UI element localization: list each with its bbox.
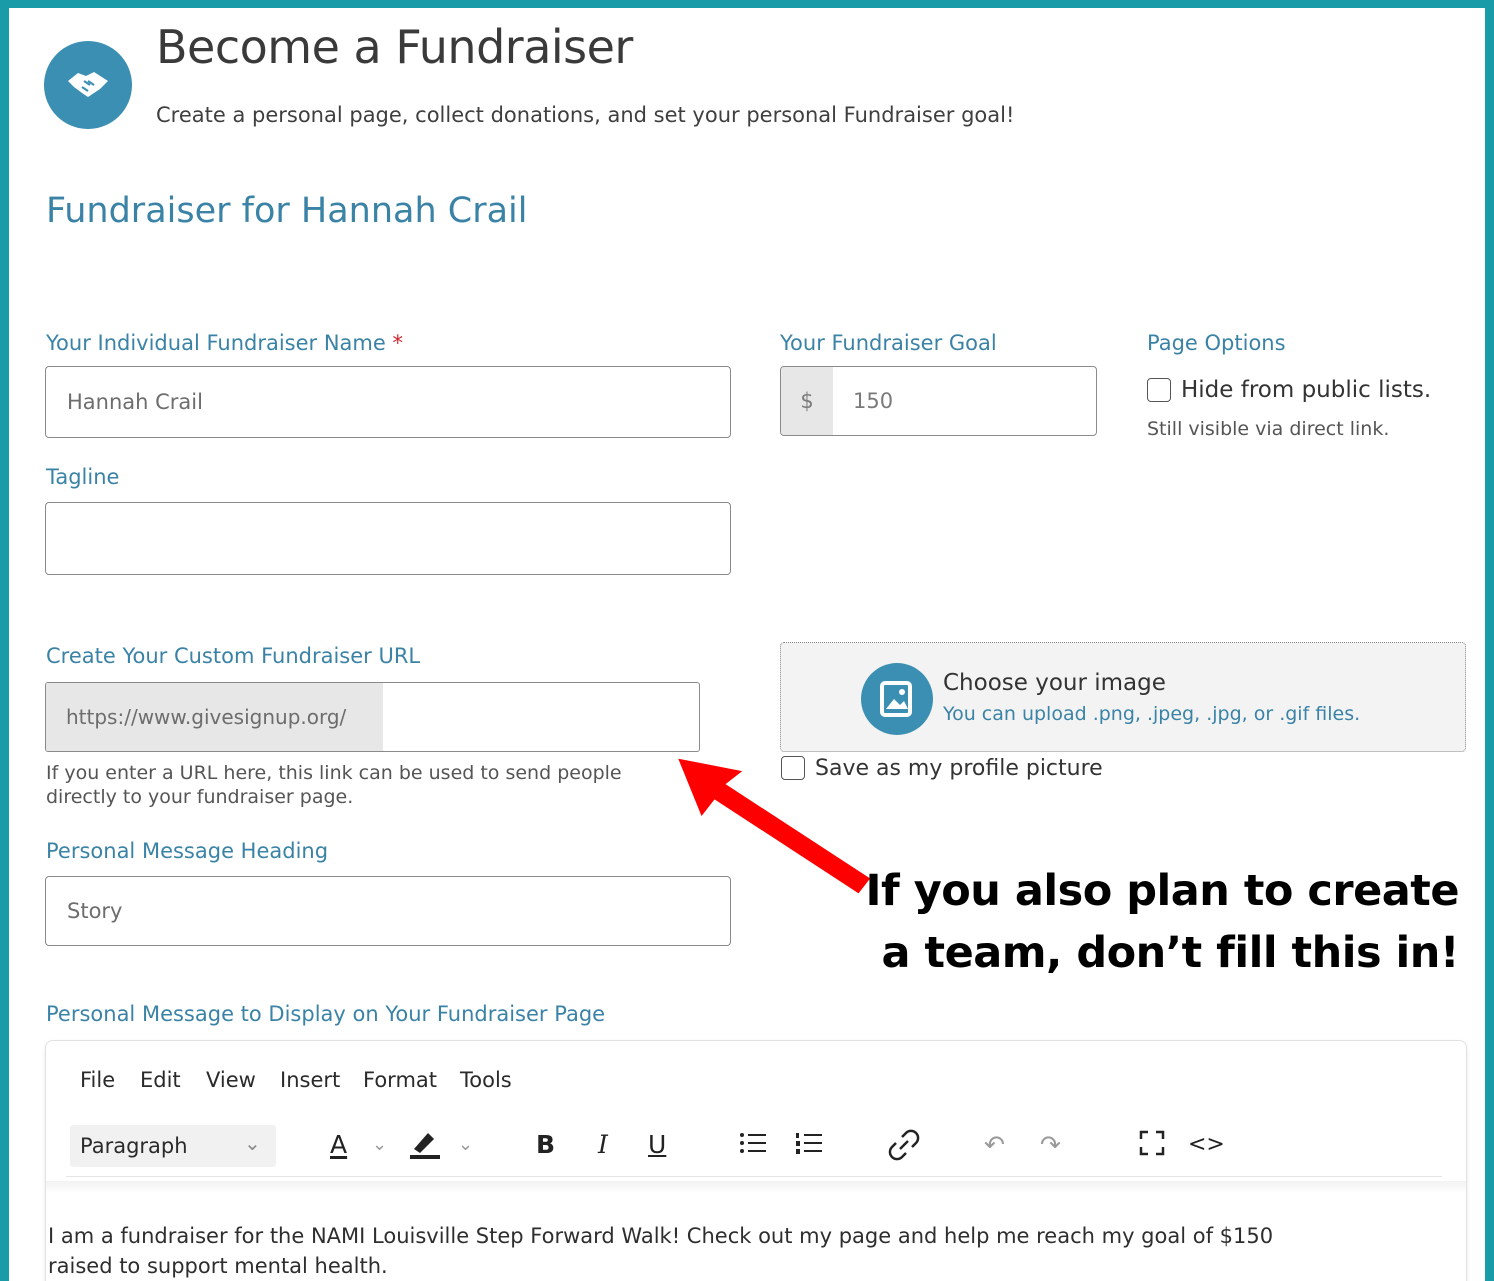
url-hint: If you enter a URL here, this link can b…	[46, 762, 622, 808]
url-prefix: https://www.givesignup.org/	[46, 683, 383, 751]
bold-button[interactable]: B	[536, 1129, 555, 1161]
highlight-dropdown-icon[interactable]: ⌄	[458, 1129, 473, 1161]
message-heading-input[interactable]: Story	[45, 876, 731, 946]
goal-value: 150	[853, 389, 894, 413]
page-options-label: Page Options	[1147, 331, 1286, 355]
menu-tools[interactable]: Tools	[460, 1068, 512, 1092]
required-mark: *	[392, 331, 403, 355]
image-upload-subtitle: You can upload .png, .jpeg, .jpg, or .gi…	[943, 703, 1361, 725]
goal-label: Your Fundraiser Goal	[780, 331, 997, 355]
tagline-label: Tagline	[46, 465, 120, 489]
page-subtitle: Create a personal page, collect donation…	[156, 103, 1015, 127]
page-title: Become a Fundraiser	[156, 20, 633, 74]
message-heading-value: Story	[67, 899, 123, 923]
handshake-icon	[44, 41, 132, 129]
hide-from-public-label: Hide from public lists.	[1181, 377, 1432, 403]
image-upload-dropzone[interactable]: Choose your image You can upload .png, .…	[780, 642, 1466, 752]
image-upload-title: Choose your image	[943, 670, 1166, 696]
editor-shade	[46, 1181, 1466, 1193]
menu-file[interactable]: File	[80, 1068, 115, 1092]
currency-prefix: $	[781, 367, 833, 435]
message-heading-label: Personal Message Heading	[46, 839, 329, 863]
menu-format[interactable]: Format	[363, 1068, 437, 1092]
page-frame: Become a Fundraiser Create a personal pa…	[9, 8, 1485, 1281]
toolbar-divider	[66, 1176, 1442, 1177]
goal-input[interactable]: $ 150	[780, 366, 1097, 436]
redo-icon[interactable]: ↷	[1040, 1129, 1061, 1161]
menu-edit[interactable]: Edit	[140, 1068, 181, 1092]
highlight-color-button[interactable]	[408, 1129, 442, 1167]
message-label: Personal Message to Display on Your Fund…	[46, 1002, 606, 1026]
link-icon[interactable]	[888, 1129, 920, 1169]
fundraiser-name-value: Hannah Crail	[67, 390, 203, 414]
text-color-button[interactable]: A	[330, 1129, 347, 1161]
undo-icon[interactable]: ↶	[984, 1129, 1005, 1161]
callout-line-1: If you also plan to create	[865, 866, 1460, 916]
text-color-dropdown-icon[interactable]: ⌄	[372, 1129, 387, 1161]
menu-insert[interactable]: Insert	[280, 1068, 340, 1092]
chevron-down-icon: ⌄	[244, 1133, 261, 1155]
custom-url-input[interactable]: https://www.givesignup.org/	[45, 682, 700, 752]
menu-view[interactable]: View	[206, 1068, 256, 1092]
callout-line-2: a team, don’t fill this in!	[881, 928, 1460, 978]
italic-button[interactable]: I	[598, 1129, 608, 1161]
name-label: Your Individual Fundraiser Name *	[46, 331, 403, 355]
custom-url-label: Create Your Custom Fundraiser URL	[46, 644, 421, 668]
callout-text: If you also plan to create a team, don’t…	[839, 860, 1460, 984]
source-code-icon[interactable]: <>	[1188, 1129, 1225, 1161]
fundraiser-name-input[interactable]: Hannah Crail	[45, 366, 731, 438]
bullet-list-icon[interactable]	[738, 1129, 768, 1165]
section-title: Fundraiser for Hannah Crail	[46, 191, 528, 231]
fullscreen-icon[interactable]	[1138, 1129, 1166, 1165]
rich-text-editor[interactable]: File Edit View Insert Format Tools Parag…	[45, 1040, 1467, 1281]
hide-from-public-checkbox[interactable]	[1147, 378, 1171, 402]
underline-button[interactable]: U	[648, 1129, 666, 1161]
editor-content[interactable]: I am a fundraiser for the NAMI Louisvill…	[46, 1221, 1406, 1281]
hide-hint: Still visible via direct link.	[1147, 418, 1390, 440]
numbered-list-icon[interactable]	[794, 1129, 824, 1165]
image-upload-icon	[861, 663, 933, 735]
block-format-value: Paragraph	[80, 1134, 188, 1158]
tagline-input[interactable]	[45, 502, 731, 575]
block-format-select[interactable]: Paragraph ⌄	[70, 1125, 276, 1167]
